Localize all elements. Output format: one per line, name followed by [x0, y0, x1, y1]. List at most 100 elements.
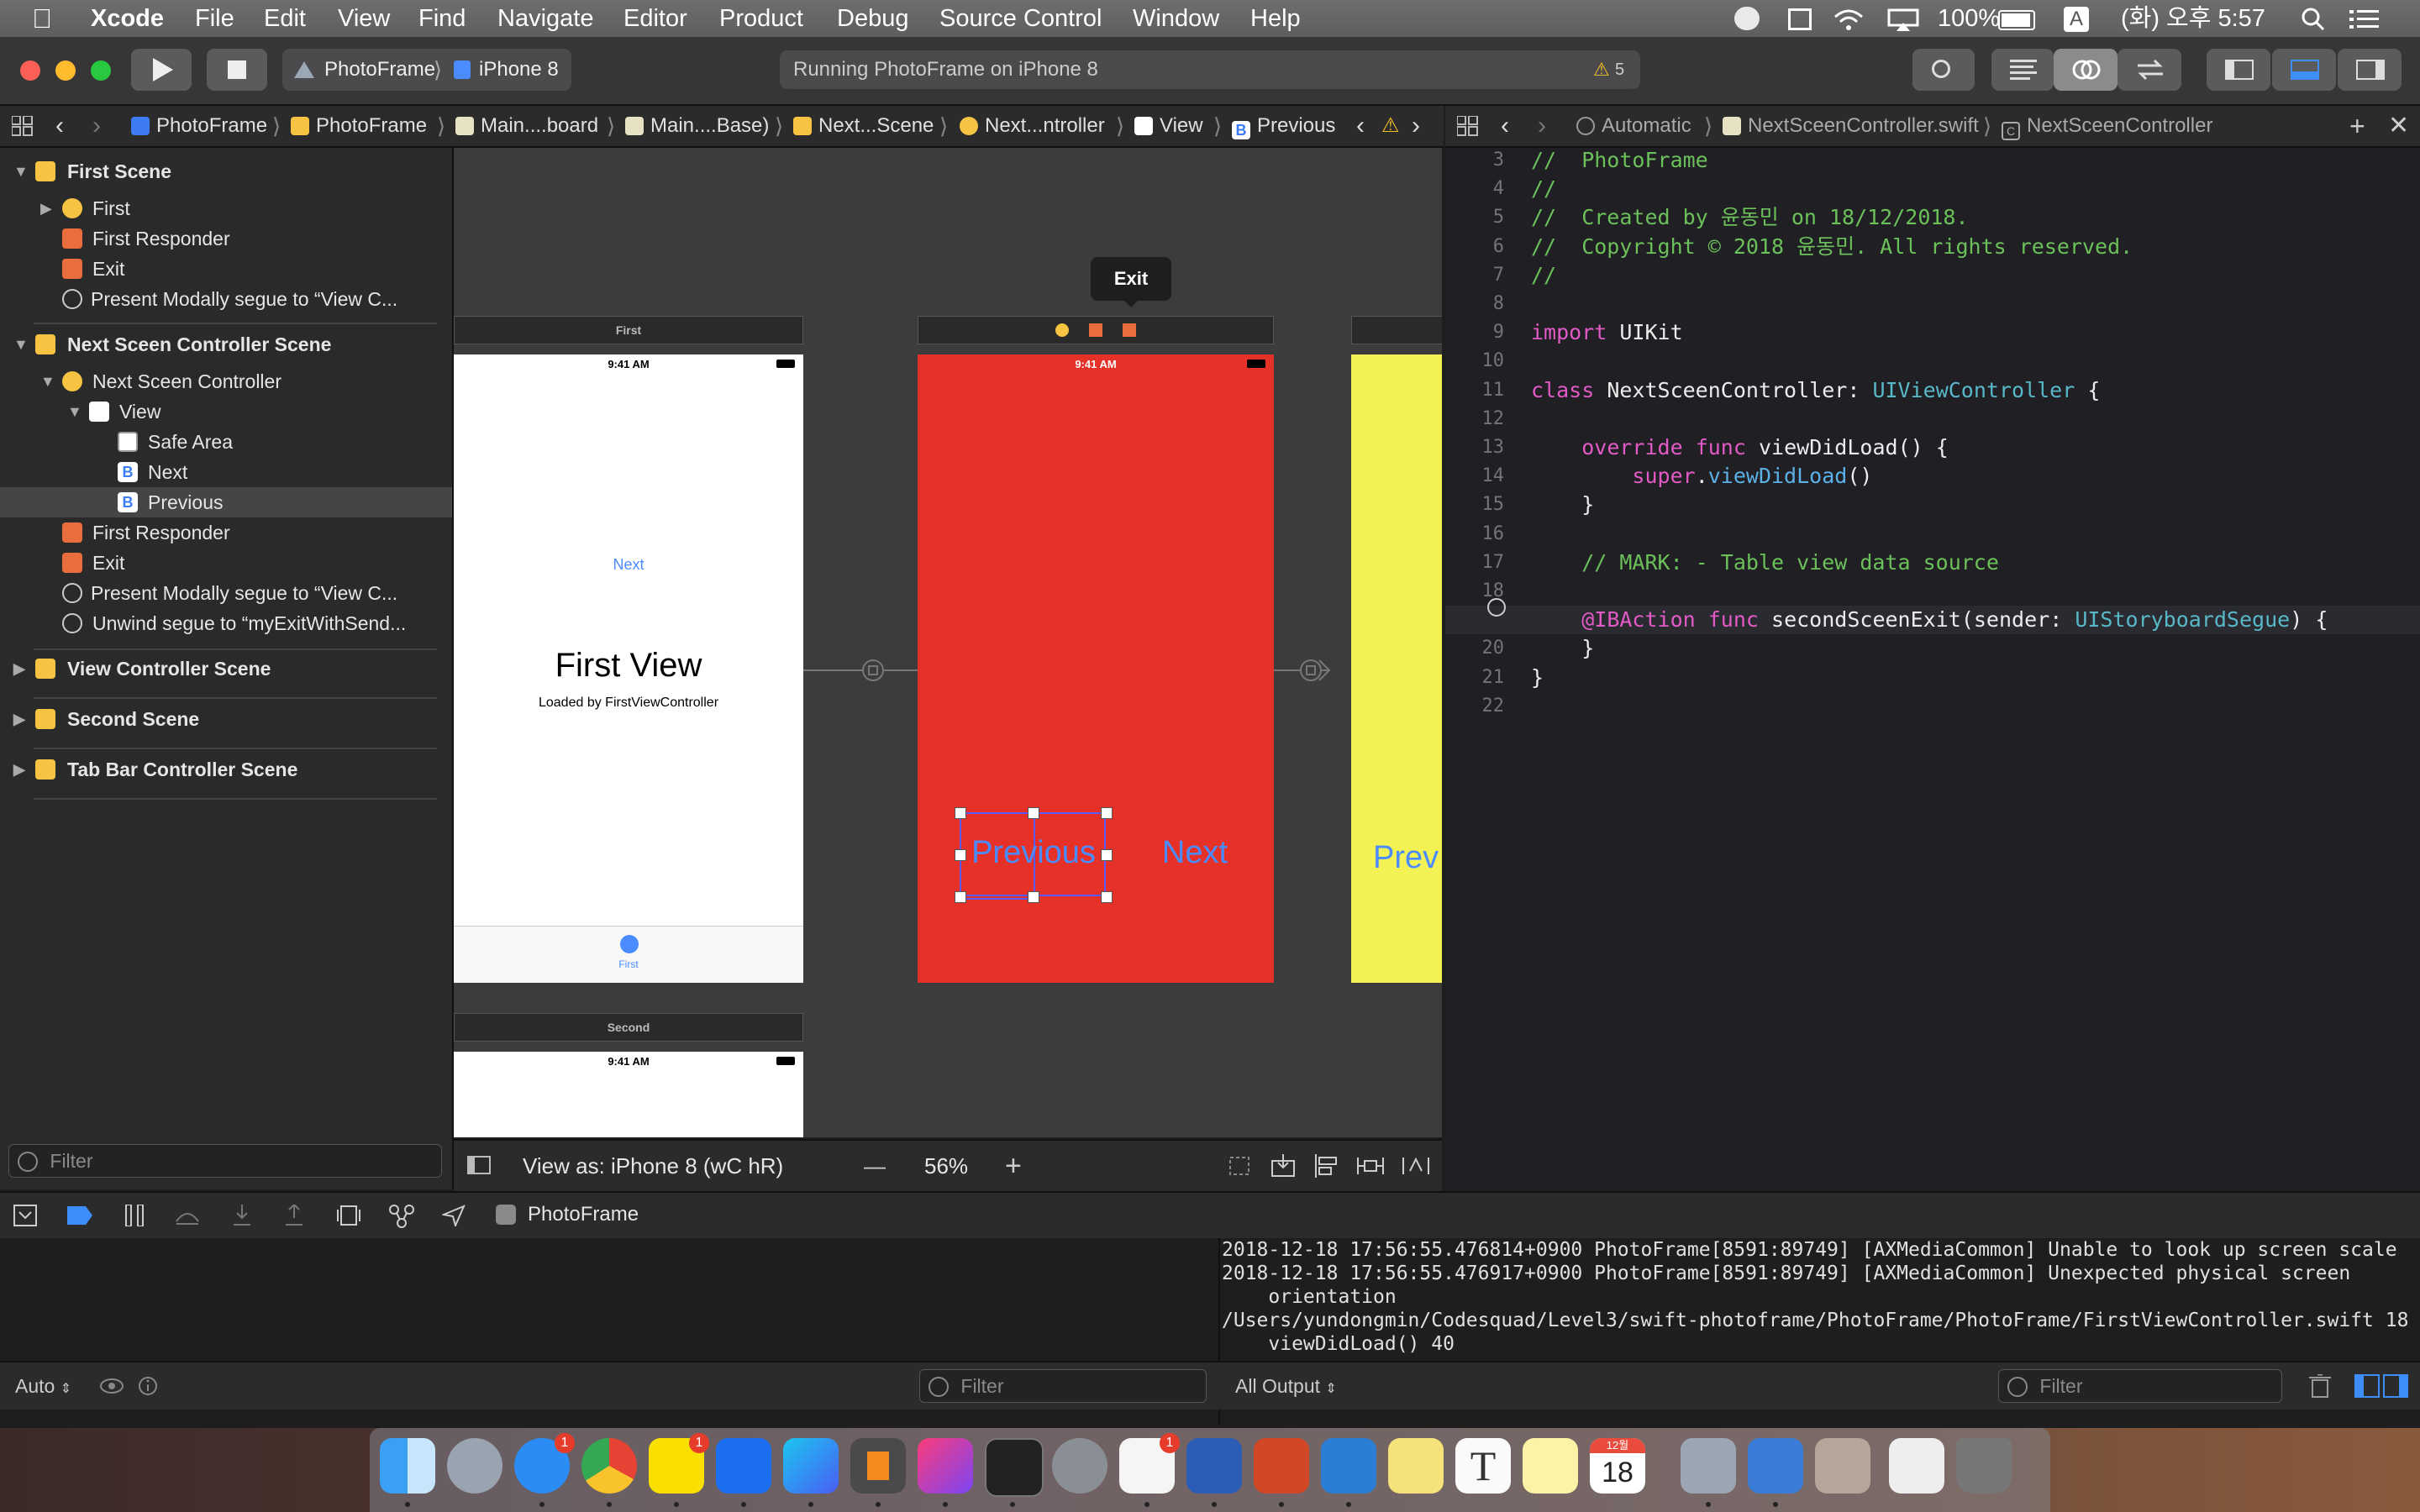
split-view-icon[interactable] — [2354, 1374, 2408, 1398]
disclosure-open-icon[interactable]: ▼ — [40, 366, 55, 396]
next-scene-header[interactable] — [918, 316, 1274, 344]
third-scene-header[interactable] — [1351, 316, 1442, 344]
spotlight-search-icon[interactable] — [2301, 7, 2326, 32]
menu-view[interactable]: View — [338, 0, 390, 37]
first-scene-view[interactable]: 9:41 AM Next First View Loaded by FirstV… — [454, 354, 803, 983]
zoom-window-button[interactable] — [91, 60, 111, 81]
scheme-selector[interactable]: PhotoFrame ⟩ iPhone 8 — [282, 49, 571, 91]
add-editor-icon[interactable]: + — [2349, 106, 2365, 146]
eye-icon[interactable] — [99, 1378, 124, 1394]
resize-handle[interactable] — [1028, 891, 1039, 903]
stickies-icon[interactable] — [1388, 1438, 1444, 1494]
tab-first-label[interactable]: First — [454, 958, 803, 970]
resize-handle[interactable] — [955, 849, 966, 861]
previous-issue-icon[interactable]: ‹ — [1356, 106, 1365, 146]
debug-target-name[interactable]: PhotoFrame — [528, 1193, 639, 1236]
library-button[interactable] — [1912, 49, 1975, 91]
outline-exit[interactable]: Exit — [0, 254, 452, 284]
step-out-icon[interactable] — [284, 1205, 304, 1226]
intellij-icon[interactable] — [918, 1438, 973, 1494]
outline-filter-field[interactable]: Filter — [8, 1144, 442, 1178]
variables-filter-field[interactable]: Filter — [919, 1369, 1207, 1403]
outline-view[interactable]: ▼ View — [0, 396, 452, 427]
standard-editor-button[interactable] — [1991, 49, 2054, 91]
menu-product[interactable]: Product — [719, 0, 803, 37]
first-scene-header[interactable]: First — [454, 316, 803, 344]
slack-icon[interactable]: 1 — [1119, 1433, 1180, 1494]
menu-debug[interactable]: Debug — [837, 0, 908, 37]
powerpoint-icon[interactable] — [1254, 1438, 1309, 1494]
disclosure-closed-icon[interactable]: ▶ — [13, 754, 25, 785]
resolve-autolayout-icon[interactable] — [1402, 1154, 1430, 1178]
resize-handle[interactable] — [955, 807, 966, 819]
toggle-navigator-button[interactable] — [2207, 49, 2270, 91]
app-store-icon[interactable]: 1 — [514, 1433, 575, 1494]
next-button[interactable]: Next — [1144, 835, 1245, 871]
menu-clock[interactable]: (화) 오후 5:57 — [2121, 0, 2265, 37]
resize-handle[interactable] — [1101, 807, 1113, 819]
crumb-view[interactable]: View — [1134, 106, 1203, 146]
calculator-icon[interactable] — [1815, 1438, 1870, 1494]
ibaction-connection-icon[interactable] — [1487, 598, 1506, 617]
outline-first-responder-2[interactable]: First Responder — [0, 517, 452, 548]
zoom-in-button[interactable]: + — [1005, 1141, 1022, 1191]
outline-next-button[interactable]: B Next — [0, 457, 452, 487]
third-prev-button[interactable]: Prev — [1373, 840, 1439, 876]
back-arrow-icon[interactable]: ‹ — [55, 106, 64, 146]
menu-app-name[interactable]: Xcode — [91, 0, 164, 37]
second-scene-header[interactable]: Second — [454, 1013, 803, 1042]
crumb-folder[interactable]: PhotoFrame — [291, 106, 427, 146]
back-arrow-icon[interactable]: ‹ — [1501, 106, 1509, 146]
simulate-location-icon[interactable] — [442, 1205, 466, 1226]
next-scene-view[interactable]: 9:41 AM Previous Next — [918, 354, 1274, 983]
terminal-icon[interactable] — [985, 1438, 1044, 1497]
console-filter-field[interactable]: Filter — [1998, 1369, 2282, 1403]
outline-second-scene[interactable]: ▶ Second Scene — [0, 704, 452, 734]
notes-icon[interactable] — [1523, 1438, 1578, 1494]
outline-previous-button[interactable]: B Previous — [0, 487, 452, 517]
finder-icon[interactable] — [380, 1438, 435, 1494]
outline-next-sceen-controller-scene[interactable]: ▼ Next Sceen Controller Scene — [0, 329, 452, 360]
spaces-icon[interactable] — [1788, 8, 1812, 30]
add-constraints-icon[interactable] — [1356, 1154, 1385, 1178]
menu-file[interactable]: File — [195, 0, 234, 37]
pdf-document-icon[interactable] — [1889, 1438, 1944, 1494]
kakaotalk-icon[interactable]: 1 — [649, 1433, 709, 1494]
previous-button[interactable]: Previous — [958, 835, 1109, 871]
preview-icon[interactable] — [1681, 1438, 1736, 1494]
outline-safe-area[interactable]: Safe Area — [0, 427, 452, 457]
crumb-storyboard[interactable]: Main....board — [455, 106, 598, 146]
variables-scope-select[interactable]: Auto ⇕ — [15, 1362, 71, 1413]
outline-next-sceen-controller[interactable]: ▼ Next Sceen Controller — [0, 366, 452, 396]
hide-debug-area-icon[interactable] — [13, 1205, 37, 1226]
first-responder-icon[interactable] — [1089, 323, 1102, 337]
outline-first[interactable]: ▶ First — [0, 193, 452, 223]
breakpoints-toggle-icon[interactable] — [67, 1206, 92, 1225]
outline-exit-2[interactable]: Exit — [0, 548, 452, 578]
related-items-icon[interactable] — [12, 116, 34, 136]
align-icon[interactable] — [1314, 1154, 1339, 1178]
segue-arrow-2[interactable] — [1274, 652, 1333, 689]
launchpad-icon[interactable] — [447, 1438, 502, 1494]
device-manager-icon[interactable] — [1321, 1438, 1376, 1494]
outline-first-responder[interactable]: First Responder — [0, 223, 452, 254]
debug-view-hierarchy-icon[interactable] — [336, 1205, 361, 1226]
step-over-icon[interactable] — [175, 1206, 200, 1225]
crumb-class[interactable]: C NextSceenController — [2002, 106, 2212, 146]
typora-icon[interactable]: T — [1455, 1438, 1511, 1494]
debug-memory-graph-icon[interactable] — [388, 1203, 415, 1228]
toggle-debug-area-button[interactable] — [2272, 49, 2336, 91]
forward-arrow-icon[interactable]: › — [92, 106, 101, 146]
notification-icon[interactable] — [1734, 7, 1760, 30]
zoom-out-button[interactable]: — — [864, 1141, 886, 1191]
outline-toggle-icon[interactable] — [467, 1156, 491, 1174]
resize-handle[interactable] — [1028, 807, 1039, 819]
crumb-previous-button[interactable]: B Previous — [1232, 106, 1335, 146]
view-controller-icon[interactable] — [1055, 323, 1070, 337]
first-next-button[interactable]: Next — [454, 556, 803, 574]
battery-icon[interactable] — [1998, 10, 2035, 30]
outline-view-controller-scene[interactable]: ▶ View Controller Scene — [0, 654, 452, 684]
view-as-device[interactable]: View as: iPhone 8 (wC hR) — [523, 1141, 783, 1191]
disclosure-closed-icon[interactable]: ▶ — [13, 704, 25, 734]
warning-icon[interactable]: ⚠ — [1381, 106, 1400, 146]
